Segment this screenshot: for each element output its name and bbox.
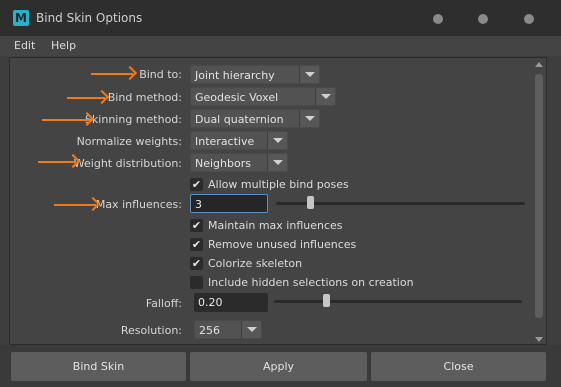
bind-to-label: Bind to:: [139, 68, 182, 81]
chevron-down-icon: [267, 132, 287, 149]
scroll-down-arrow-icon[interactable]: [535, 337, 543, 342]
bind-to-dropdown[interactable]: Joint hierarchy: [190, 65, 320, 84]
falloff-slider-track[interactable]: [274, 300, 522, 303]
remove-unused-influences-checkbox[interactable]: ✔: [190, 238, 203, 251]
max-influences-slider-handle[interactable]: [307, 196, 314, 209]
chevron-down-icon: [299, 110, 319, 127]
menu-edit[interactable]: Edit: [14, 39, 35, 52]
resolution-label: Resolution:: [120, 324, 182, 337]
maximize-button[interactable]: [478, 14, 488, 24]
annotation-arrow-icon: [42, 119, 90, 121]
bind-method-label: Bind method:: [107, 91, 182, 104]
weight-distribution-value: Neighbors: [195, 157, 251, 170]
menu-bar: Edit Help: [0, 36, 561, 56]
maintain-max-influences-label: Maintain max influences: [208, 219, 343, 232]
annotation-arrow-icon: [91, 73, 133, 75]
bind-method-value: Geodesic Voxel: [195, 91, 279, 104]
scroll-up-arrow-icon[interactable]: [535, 62, 543, 67]
bind-skin-button[interactable]: Bind Skin: [11, 352, 186, 381]
skinning-method-dropdown[interactable]: Dual quaternion: [190, 109, 320, 128]
annotation-arrow-icon: [67, 97, 105, 99]
close-window-button[interactable]: [524, 14, 534, 24]
chevron-down-icon: [315, 88, 335, 105]
falloff-slider-handle[interactable]: [323, 294, 330, 307]
title-bar: M Bind Skin Options: [0, 0, 561, 36]
maya-logo-icon: M: [13, 10, 29, 26]
weight-distribution-label: Weight distribution:: [73, 157, 182, 170]
include-hidden-selections-label: Include hidden selections on creation: [208, 276, 414, 289]
apply-button[interactable]: Apply: [190, 352, 367, 381]
scrollbar-thumb[interactable]: [535, 74, 543, 318]
window-title: Bind Skin Options: [36, 11, 143, 25]
vertical-scrollbar[interactable]: [534, 62, 544, 342]
falloff-field[interactable]: 0.20: [194, 293, 268, 312]
weight-distribution-dropdown[interactable]: Neighbors: [190, 153, 288, 172]
skinning-method-value: Dual quaternion: [195, 113, 284, 126]
minimize-button[interactable]: [433, 14, 443, 24]
annotation-arrow-icon: [54, 204, 96, 206]
chevron-down-icon: [299, 66, 319, 83]
normalize-weights-value: Interactive: [195, 135, 255, 148]
menu-help[interactable]: Help: [51, 39, 76, 52]
annotation-arrow-icon: [38, 161, 76, 163]
colorize-skeleton-label: Colorize skeleton: [208, 257, 303, 270]
max-influences-label: Max influences:: [95, 198, 182, 211]
falloff-label: Falloff:: [145, 297, 182, 310]
max-influences-field[interactable]: 3: [190, 194, 268, 213]
normalize-weights-label: Normalize weights:: [76, 135, 182, 148]
chevron-down-icon: [241, 321, 261, 338]
allow-multiple-bind-poses-label: Allow multiple bind poses: [208, 178, 349, 191]
normalize-weights-dropdown[interactable]: Interactive: [190, 131, 288, 150]
resolution-dropdown[interactable]: 256: [194, 320, 262, 339]
allow-multiple-bind-poses-checkbox[interactable]: ✔: [190, 178, 203, 191]
close-button[interactable]: Close: [371, 352, 546, 381]
remove-unused-influences-label: Remove unused influences: [208, 238, 357, 251]
resolution-value: 256: [199, 324, 220, 337]
colorize-skeleton-checkbox[interactable]: ✔: [190, 257, 203, 270]
maintain-max-influences-checkbox[interactable]: ✔: [190, 219, 203, 232]
chevron-down-icon: [267, 154, 287, 171]
skinning-method-label: Skinning method:: [84, 113, 182, 126]
bind-method-dropdown[interactable]: Geodesic Voxel: [190, 87, 336, 106]
bind-to-value: Joint hierarchy: [195, 69, 275, 82]
include-hidden-selections-checkbox[interactable]: [190, 276, 203, 289]
